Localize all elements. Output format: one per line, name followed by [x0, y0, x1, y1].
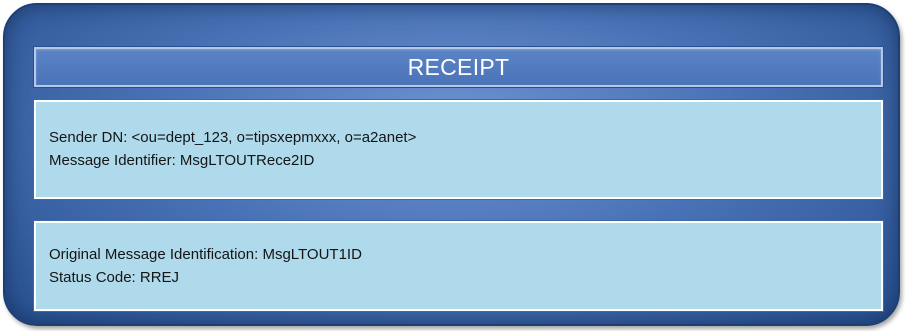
original-message-identification-text: Original Message Identification: MsgLTOU… — [49, 245, 362, 263]
receipt-title-bar: RECEIPT — [34, 47, 883, 87]
sender-dn-text: Sender DN: <ou=dept_123, o=tipsxepmxxx, … — [49, 129, 417, 146]
receipt-title: RECEIPT — [407, 53, 510, 80]
original-message-panel: Original Message Identification: MsgLTOU… — [34, 221, 883, 311]
status-code-text: Status Code: RREJ — [49, 268, 180, 286]
message-identifier-text: Message Identifier: MsgLTOUTRece2ID — [49, 152, 315, 169]
receipt-container: RECEIPT Sender DN: <ou=dept_123, o=tipsx… — [3, 3, 900, 326]
sender-info-panel: Sender DN: <ou=dept_123, o=tipsxepmxxx, … — [34, 100, 883, 199]
